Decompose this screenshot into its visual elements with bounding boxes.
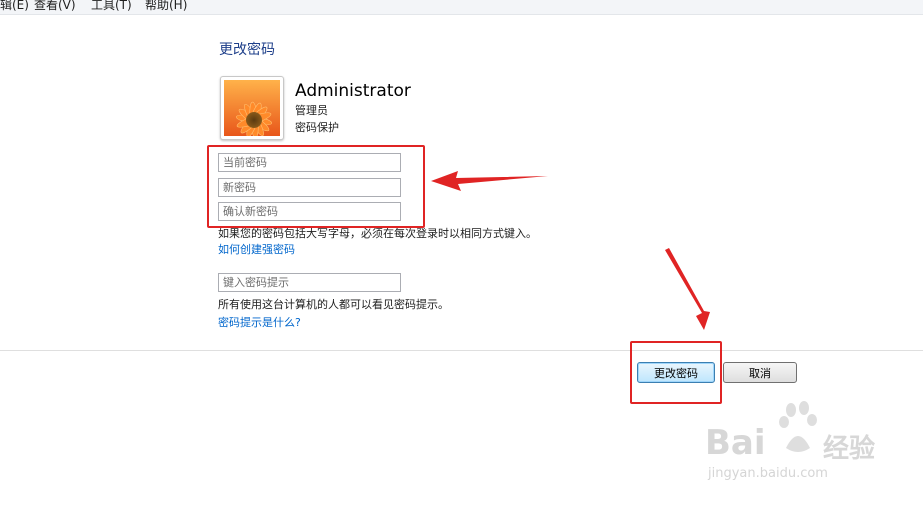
footer-divider: [0, 350, 923, 351]
menu-edit[interactable]: 辑(E): [0, 0, 29, 11]
password-hint-help-link[interactable]: 密码提示是什么?: [218, 314, 301, 330]
menu-bar: 辑(E) 查看(V) 工具(T) 帮助(H): [0, 0, 923, 15]
password-hint-field[interactable]: [218, 273, 401, 292]
menu-help[interactable]: 帮助(H): [145, 0, 187, 11]
down-arrow-icon: [665, 248, 710, 330]
cancel-button[interactable]: 取消: [723, 362, 797, 383]
user-name: Administrator: [295, 81, 411, 101]
fields-highlight-box: [207, 145, 425, 228]
hint-visibility-notice: 所有使用这台计算机的人都可以看见密码提示。: [218, 298, 449, 311]
watermark-url: jingyan.baidu.com: [708, 466, 828, 481]
menu-tools[interactable]: 工具(T): [91, 0, 132, 11]
watermark-brand: Bai: [705, 423, 766, 463]
user-role: 管理员: [295, 104, 328, 117]
baidu-watermark: Bai 经验 jingyan.baidu.com: [700, 400, 890, 492]
avatar: [220, 76, 284, 140]
left-arrow-icon: [431, 171, 548, 191]
user-protection-status: 密码保护: [295, 121, 339, 134]
button-highlight-box: [630, 341, 722, 404]
page-title: 更改密码: [219, 42, 275, 58]
strong-password-link[interactable]: 如何创建强密码: [218, 241, 295, 257]
menu-view[interactable]: 查看(V): [34, 0, 76, 11]
watermark-brand-cn: 经验: [823, 434, 876, 464]
flower-avatar-icon: [224, 80, 280, 136]
